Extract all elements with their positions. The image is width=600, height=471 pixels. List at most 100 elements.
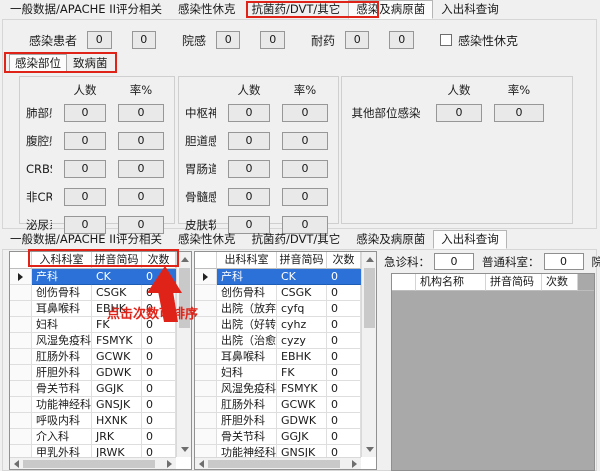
general-dept-field[interactable]: 0 bbox=[544, 253, 584, 270]
table-cell[interactable]: 肝胆外科 bbox=[217, 413, 277, 429]
rate-field[interactable]: 0 bbox=[118, 188, 164, 206]
hospital-infection-count-field[interactable]: 0 bbox=[216, 31, 240, 49]
table-cell[interactable]: 风湿免疫科 bbox=[32, 333, 92, 349]
table-cell[interactable]: 0 bbox=[327, 397, 361, 413]
table-cell[interactable]: 0 bbox=[327, 349, 361, 365]
count-field[interactable]: 0 bbox=[228, 188, 270, 206]
table-cell[interactable]: GNSJK bbox=[92, 397, 142, 413]
table-cell[interactable]: 0 bbox=[327, 301, 361, 317]
count-field[interactable]: 0 bbox=[228, 160, 270, 178]
tab-general-data-2[interactable]: 一般数据/APACHE II评分相关 bbox=[2, 230, 170, 249]
table-cell[interactable]: GGJK bbox=[92, 381, 142, 397]
table-cell[interactable]: 0 bbox=[327, 317, 361, 333]
table-cell[interactable]: 0 bbox=[142, 349, 176, 365]
row-marker-cell[interactable] bbox=[10, 269, 32, 285]
table-cell[interactable]: 骨关节科 bbox=[217, 429, 277, 445]
scroll-right-icon[interactable] bbox=[352, 460, 357, 468]
table-cell[interactable]: CK bbox=[277, 269, 327, 285]
tab-infection-pathogen-2[interactable]: 感染及病原菌 bbox=[348, 230, 433, 249]
row-marker-cell[interactable] bbox=[10, 333, 32, 349]
table-cell[interactable]: 耳鼻喉科 bbox=[32, 301, 92, 317]
scroll-down-icon[interactable] bbox=[181, 447, 189, 452]
table-cell[interactable]: 0 bbox=[327, 445, 361, 457]
infectious-shock-checkbox[interactable] bbox=[440, 34, 452, 46]
count-field[interactable]: 0 bbox=[228, 104, 270, 122]
row-marker-cell[interactable] bbox=[195, 349, 217, 365]
tab-septic-shock[interactable]: 感染性休克 bbox=[170, 0, 244, 19]
table-cell[interactable]: GNSJK bbox=[277, 445, 327, 457]
row-marker-cell[interactable] bbox=[10, 301, 32, 317]
count-field[interactable]: 0 bbox=[228, 132, 270, 150]
table-cell[interactable]: 介入科 bbox=[32, 429, 92, 445]
table-cell[interactable]: FSMYK bbox=[92, 333, 142, 349]
table-cell[interactable]: GDWK bbox=[277, 413, 327, 429]
row-marker-cell[interactable] bbox=[10, 349, 32, 365]
column-header[interactable]: 拼音简码 bbox=[277, 252, 327, 269]
count-field[interactable]: 0 bbox=[64, 188, 106, 206]
table-cell[interactable]: 骨关节科 bbox=[32, 381, 92, 397]
table-cell[interactable]: 创伤骨科 bbox=[32, 285, 92, 301]
table-cell[interactable]: 创伤骨科 bbox=[217, 285, 277, 301]
tab-antibiotics-dvt-2[interactable]: 抗菌药/DVT/其它 bbox=[244, 230, 349, 249]
scrollbar-thumb[interactable] bbox=[23, 460, 155, 468]
table-cell[interactable]: 0 bbox=[142, 397, 176, 413]
row-marker-cell[interactable] bbox=[195, 301, 217, 317]
table-cell[interactable]: FK bbox=[277, 365, 327, 381]
column-header-org-name[interactable]: 机构名称 bbox=[416, 274, 486, 291]
table-cell[interactable]: 肛肠外科 bbox=[217, 397, 277, 413]
table-cell[interactable]: GCWK bbox=[277, 397, 327, 413]
row-marker-cell[interactable] bbox=[195, 445, 217, 457]
table-cell[interactable]: 风湿免疫科 bbox=[217, 381, 277, 397]
rate-field[interactable]: 0 bbox=[494, 104, 544, 122]
table-cell[interactable]: 0 bbox=[142, 429, 176, 445]
row-marker-cell[interactable] bbox=[195, 285, 217, 301]
infected-patients-count-field[interactable]: 0 bbox=[87, 31, 111, 49]
row-marker-cell[interactable] bbox=[10, 285, 32, 301]
table-cell[interactable]: CK bbox=[92, 269, 142, 285]
table-cell[interactable]: GDWK bbox=[92, 365, 142, 381]
table-cell[interactable]: 功能神经科 bbox=[217, 445, 277, 457]
hospital-infection-rate-field[interactable]: 0 bbox=[260, 31, 284, 49]
scrollbar-thumb[interactable] bbox=[364, 268, 375, 328]
drug-resistance-count-field[interactable]: 0 bbox=[345, 31, 369, 49]
scroll-left-icon[interactable] bbox=[14, 460, 19, 468]
table-cell[interactable]: 0 bbox=[327, 333, 361, 349]
table-cell[interactable]: JRWK bbox=[92, 445, 142, 457]
table-cell[interactable]: 呼吸内科 bbox=[32, 413, 92, 429]
table-cell[interactable]: 0 bbox=[142, 365, 176, 381]
table-cell[interactable]: cyhz bbox=[277, 317, 327, 333]
table-cell[interactable]: 0 bbox=[142, 413, 176, 429]
column-header-count[interactable]: 次数 bbox=[542, 274, 578, 291]
table-cell[interactable]: CSGK bbox=[92, 285, 142, 301]
row-marker-cell[interactable] bbox=[10, 445, 32, 457]
tab-admission-discharge-query-2[interactable]: 入出科查询 bbox=[433, 230, 507, 249]
row-marker-cell[interactable] bbox=[195, 269, 217, 285]
row-marker-cell[interactable] bbox=[195, 429, 217, 445]
table-cell[interactable]: CSGK bbox=[277, 285, 327, 301]
table-cell[interactable]: 0 bbox=[142, 333, 176, 349]
count-field[interactable]: 0 bbox=[64, 104, 106, 122]
rate-field[interactable]: 0 bbox=[118, 132, 164, 150]
row-marker-cell[interactable] bbox=[195, 413, 217, 429]
table-cell[interactable]: 0 bbox=[327, 413, 361, 429]
scroll-up-icon[interactable] bbox=[181, 257, 189, 262]
table-cell[interactable]: 耳鼻喉科 bbox=[217, 349, 277, 365]
table-cell[interactable]: 甲乳外科 bbox=[32, 445, 92, 457]
row-marker-cell[interactable] bbox=[10, 365, 32, 381]
row-marker-cell[interactable] bbox=[10, 381, 32, 397]
rate-field[interactable]: 0 bbox=[282, 104, 328, 122]
table-cell[interactable]: HXNK bbox=[92, 413, 142, 429]
row-marker-cell[interactable] bbox=[195, 317, 217, 333]
table-cell[interactable]: 功能神经科 bbox=[32, 397, 92, 413]
horizontal-scrollbar[interactable] bbox=[195, 457, 361, 469]
table-cell[interactable]: 出院（治愈） bbox=[217, 333, 277, 349]
table-cell[interactable]: JRK bbox=[92, 429, 142, 445]
row-marker-cell[interactable] bbox=[10, 317, 32, 333]
rate-field[interactable]: 0 bbox=[118, 104, 164, 122]
table-cell[interactable]: 肛肠外科 bbox=[32, 349, 92, 365]
drug-resistance-rate-field[interactable]: 0 bbox=[389, 31, 413, 49]
table-cell[interactable]: 出院（放弃） bbox=[217, 301, 277, 317]
column-header-pinyin-code[interactable]: 拼音简码 bbox=[486, 274, 542, 291]
column-header[interactable]: 次数 bbox=[327, 252, 361, 269]
table-cell[interactable]: FSMYK bbox=[277, 381, 327, 397]
